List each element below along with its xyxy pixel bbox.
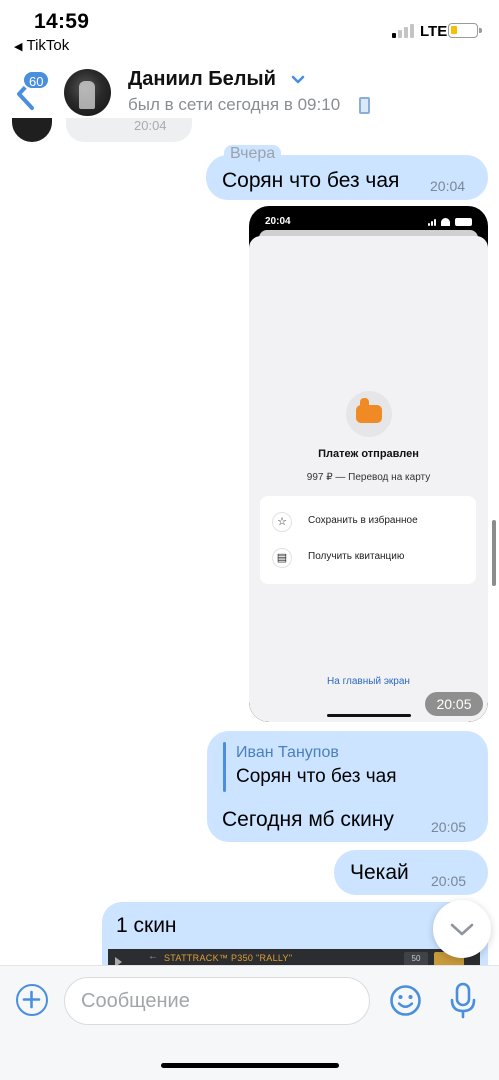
get-receipt-row: ▤ Получить квитанцию [260, 540, 476, 576]
preview-chip: 50 [404, 952, 428, 966]
scrollbar[interactable] [492, 520, 496, 586]
star-icon: ☆ [272, 512, 292, 532]
save-favorite-row: ☆ Сохранить в избранное [260, 504, 476, 540]
quoted-author[interactable]: Иван Танупов [236, 744, 339, 762]
mobile-phone-icon [359, 97, 370, 114]
status-time: 14:59 [34, 10, 90, 33]
screenshot-status-icons [428, 217, 476, 226]
payment-subtitle: 997 ₽ — Перевод на карту [306, 472, 431, 483]
arrow-left-icon: ← [148, 951, 158, 962]
unread-count-badge: 60 [22, 70, 51, 90]
incoming-message-bubble[interactable] [66, 118, 192, 142]
battery-icon [448, 23, 482, 38]
date-separator: Вчера [224, 145, 282, 163]
image-message[interactable]: 20:04 Платеж отправлен 997 ₽ — Перевод н… [249, 206, 488, 722]
contact-name[interactable]: Даниил Белый [128, 68, 276, 91]
network-type: LTE [420, 23, 448, 40]
message-time: 20:04 [134, 118, 167, 133]
message-time: 20:05 [431, 873, 467, 889]
contact-last-seen: был в сети сегодня в 09:10 [128, 95, 341, 114]
message-bubble-with-preview[interactable]: 1 скин ← STATTRACK™ P350 "RALLY" 50 [102, 902, 488, 972]
get-receipt-label: Получить квитанцию [308, 551, 405, 562]
message-text: Сорян что без чая [222, 169, 400, 192]
add-attachment-button[interactable] [16, 984, 48, 1016]
receipt-icon: ▤ [272, 548, 292, 568]
message-time: 20:04 [430, 178, 466, 194]
save-favorite-label: Сохранить в избранное [308, 515, 418, 526]
payment-title: Платеж отправлен [318, 448, 419, 460]
message-text: Чекай [350, 861, 409, 884]
plus-icon [22, 990, 41, 1009]
screenshot-status-time: 20:04 [265, 216, 291, 227]
message-text: Сегодня мб скину [222, 808, 394, 831]
emoji-icon[interactable] [389, 984, 422, 1017]
image-message-time: 20:05 [425, 692, 483, 716]
microphone-icon[interactable] [448, 982, 478, 1020]
scroll-to-bottom-button[interactable] [433, 900, 491, 958]
message-input[interactable] [64, 977, 370, 1025]
signal-strength-icon [392, 24, 416, 38]
payment-actions-card: ☆ Сохранить в избранное ▤ Получить квита… [260, 496, 476, 584]
home-screen-link: На главный экран [327, 676, 410, 687]
chevron-down-icon[interactable] [290, 74, 306, 86]
sender-avatar[interactable] [12, 118, 52, 142]
chevron-down-icon [450, 923, 474, 936]
contact-avatar[interactable] [64, 69, 111, 116]
preview-skin-name: STATTRACK™ P350 "RALLY" [164, 953, 293, 963]
home-indicator[interactable] [161, 1063, 339, 1068]
back-app-label: TikTok [26, 37, 70, 54]
message-text: 1 скин [116, 914, 177, 937]
thumbs-up-icon [346, 391, 392, 437]
reply-quote-bar [223, 742, 226, 792]
back-to-app-link[interactable]: ◀ TikTok [14, 37, 69, 54]
quoted-text: Сорян что без чая [236, 766, 397, 787]
back-triangle-icon: ◀ [14, 41, 23, 53]
message-time: 20:05 [431, 819, 467, 835]
